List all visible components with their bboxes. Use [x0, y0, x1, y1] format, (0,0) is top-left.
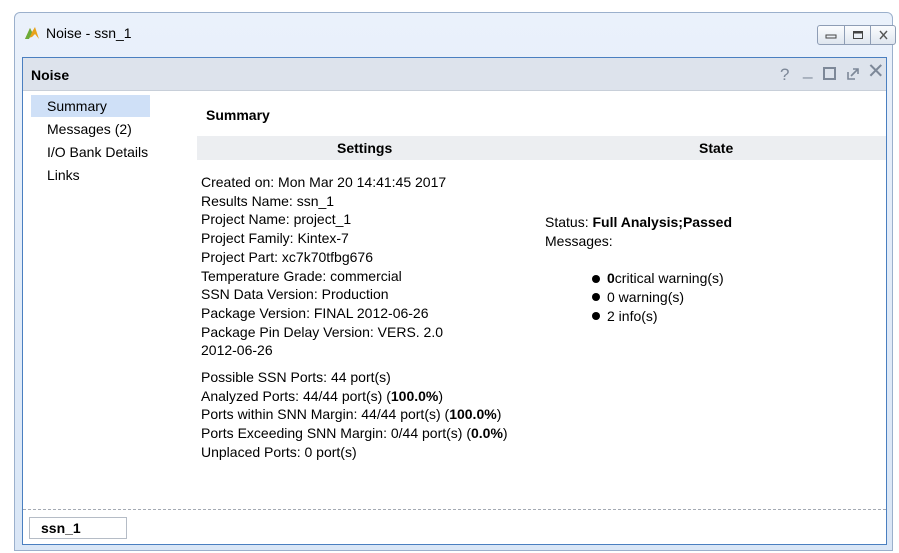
exceeding-margin-pct: 0.0% — [471, 425, 503, 442]
window: Noise - ssn_1 Noise ? _ ✕ Summary Messag… — [14, 12, 896, 551]
status-value: Full Analysis;Passed — [592, 214, 733, 230]
panel-title: Noise — [31, 67, 70, 83]
analyzed-ports-text: Analyzed Ports: 44/44 port(s) (100.0%) — [201, 387, 444, 404]
project-part-text: Project Part: xc7k70tfbg676 — [201, 248, 373, 265]
temperature-grade-text: Temperature Grade: commercial — [201, 267, 402, 284]
nav-item-summary[interactable]: Summary — [31, 95, 150, 117]
nav-item-io-bank-details[interactable]: I/O Bank Details — [31, 141, 181, 163]
exceeding-margin-text: Ports Exceeding SNN Margin: 0/44 port(s)… — [201, 425, 508, 442]
unplaced-ports-text: Unplaced Ports: 0 port(s) — [201, 443, 357, 460]
window-close-button[interactable] — [870, 25, 896, 45]
window-minimize-button[interactable] — [817, 25, 845, 45]
critical-warnings-item: 0 critical warning(s) — [592, 269, 865, 288]
within-margin-pct: 100.0% — [449, 406, 497, 423]
package-pin-delay-text: Package Pin Delay Version: VERS. 2.0 — [201, 323, 444, 340]
package-version-text: Package Version: FINAL 2012-06-26 — [201, 304, 429, 321]
window-maximize-button[interactable] — [844, 25, 871, 45]
possible-ports-text: Possible SSN Ports: 44 port(s) — [201, 369, 391, 386]
summary-nav: Summary Messages (2) I/O Bank Details Li… — [31, 95, 181, 187]
help-button[interactable]: ? — [780, 66, 789, 83]
vivado-logo-icon — [24, 25, 40, 41]
float-icon — [847, 68, 859, 80]
nav-item-messages[interactable]: Messages (2) — [31, 118, 181, 140]
results-name-text: Results Name: ssn_1 — [201, 192, 335, 209]
panel-header: Noise ? _ ✕ — [23, 58, 886, 91]
panel-close-button[interactable]: ✕ — [867, 61, 885, 82]
warnings-item: 0 warning(s) — [592, 288, 865, 307]
package-pin-delay-date: 2012-06-26 — [201, 342, 273, 359]
project-family-text: Project Family: Kintex-7 — [201, 230, 349, 247]
window-title: Noise - ssn_1 — [46, 25, 132, 41]
settings-section: Created on: Mon Mar 20 14:41:45 2017 Res… — [201, 173, 551, 462]
status-text: Status: Full Analysis;Passed — [545, 214, 733, 230]
state-section: Status: Full Analysis;Passed Messages: 0… — [545, 213, 865, 326]
panel-maximize-button[interactable] — [823, 67, 836, 80]
footer-divider — [23, 509, 886, 510]
messages-label: Messages: — [545, 232, 613, 249]
created-on-text: Created on: Mon Mar 20 14:41:45 2017 — [201, 174, 447, 190]
within-margin-text: Ports within SNN Margin: 44/44 port(s) (… — [201, 406, 502, 423]
settings-column-header: Settings — [337, 140, 393, 156]
noise-panel: Noise ? _ ✕ Summary Messages (2) I/O Ban… — [22, 57, 887, 545]
panel-minimize-button[interactable]: _ — [803, 61, 812, 78]
close-icon — [878, 30, 888, 40]
ssn-data-version-text: SSN Data Version: Production — [201, 286, 389, 303]
content-title: Summary — [206, 107, 270, 123]
bullet-icon — [592, 312, 600, 321]
minimize-icon — [825, 34, 837, 39]
panel-float-button[interactable] — [846, 67, 860, 84]
project-name-text: Project Name: project_1 — [201, 211, 352, 228]
nav-item-links[interactable]: Links — [31, 164, 181, 186]
bullet-icon — [592, 293, 600, 302]
bullet-icon — [592, 274, 600, 283]
window-titlebar[interactable]: Noise - ssn_1 — [15, 13, 896, 53]
maximize-icon — [852, 31, 863, 39]
infos-item: 2 info(s) — [592, 307, 865, 326]
table-header: Settings State — [197, 136, 886, 160]
analyzed-ports-pct: 100.0% — [390, 387, 439, 404]
tab-ssn-1[interactable]: ssn_1 — [29, 517, 127, 539]
message-counts: 0 critical warning(s) 0 warning(s) 2 inf… — [592, 269, 865, 325]
state-column-header: State — [699, 140, 734, 156]
